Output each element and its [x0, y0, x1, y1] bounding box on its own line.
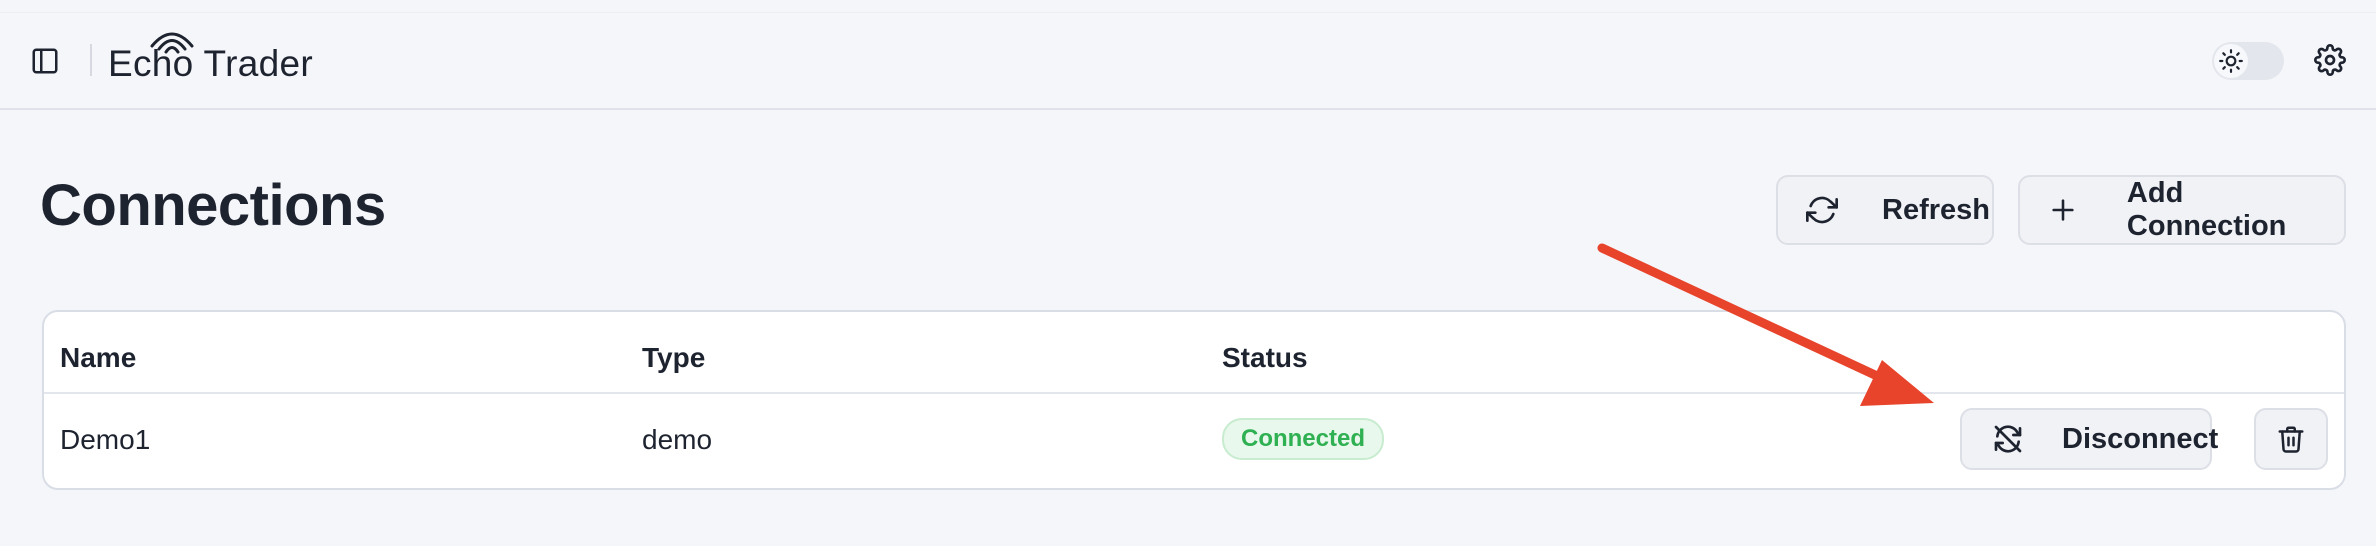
page-title: Connections: [40, 173, 386, 238]
add-connection-label: Add Connection: [2126, 177, 2287, 242]
top-bar: Echo Trader: [0, 0, 2376, 110]
annotation-arrow: [1597, 243, 1934, 406]
column-header-type: Type: [642, 342, 706, 373]
status-badge: Connected: [1222, 418, 1384, 460]
top-edge-line: [0, 12, 2376, 13]
trash-icon: [2278, 426, 2304, 453]
theme-toggle[interactable]: [2212, 42, 2284, 80]
column-header-name: Name: [60, 342, 137, 373]
cell-type: demo: [642, 424, 713, 455]
delete-button[interactable]: [2254, 408, 2328, 470]
disconnect-label: Disconnect: [2062, 422, 2219, 455]
settings-button[interactable]: [2312, 42, 2348, 78]
disconnect-button[interactable]: Disconnect: [1960, 408, 2218, 470]
app-logo[interactable]: Echo Trader: [108, 28, 313, 88]
plus-icon: [2052, 199, 2075, 221]
sidebar-panel-icon: [32, 48, 58, 74]
add-connection-button[interactable]: Add Connection: [2018, 175, 2346, 245]
sidebar-toggle-button[interactable]: [28, 44, 62, 78]
column-header-status: Status: [1222, 342, 1308, 373]
header-divider: [90, 44, 92, 76]
header-divider-line: [44, 392, 2344, 394]
theme-toggle-knob: [2214, 44, 2248, 78]
signal-waves-icon: [150, 32, 194, 54]
cell-name: Demo1: [60, 424, 151, 455]
refresh-icon: [1806, 196, 1838, 224]
refresh-label: Refresh: [1882, 193, 1990, 226]
gear-icon: [2314, 44, 2346, 76]
sun-icon: [2219, 49, 2243, 73]
logo-trader-text: Trader: [203, 43, 313, 84]
connections-table: Name Type Status Demo1 demo Connected Di…: [42, 310, 2346, 490]
refresh-button[interactable]: Refresh: [1776, 175, 1994, 245]
disconnect-icon: [1994, 425, 2022, 453]
